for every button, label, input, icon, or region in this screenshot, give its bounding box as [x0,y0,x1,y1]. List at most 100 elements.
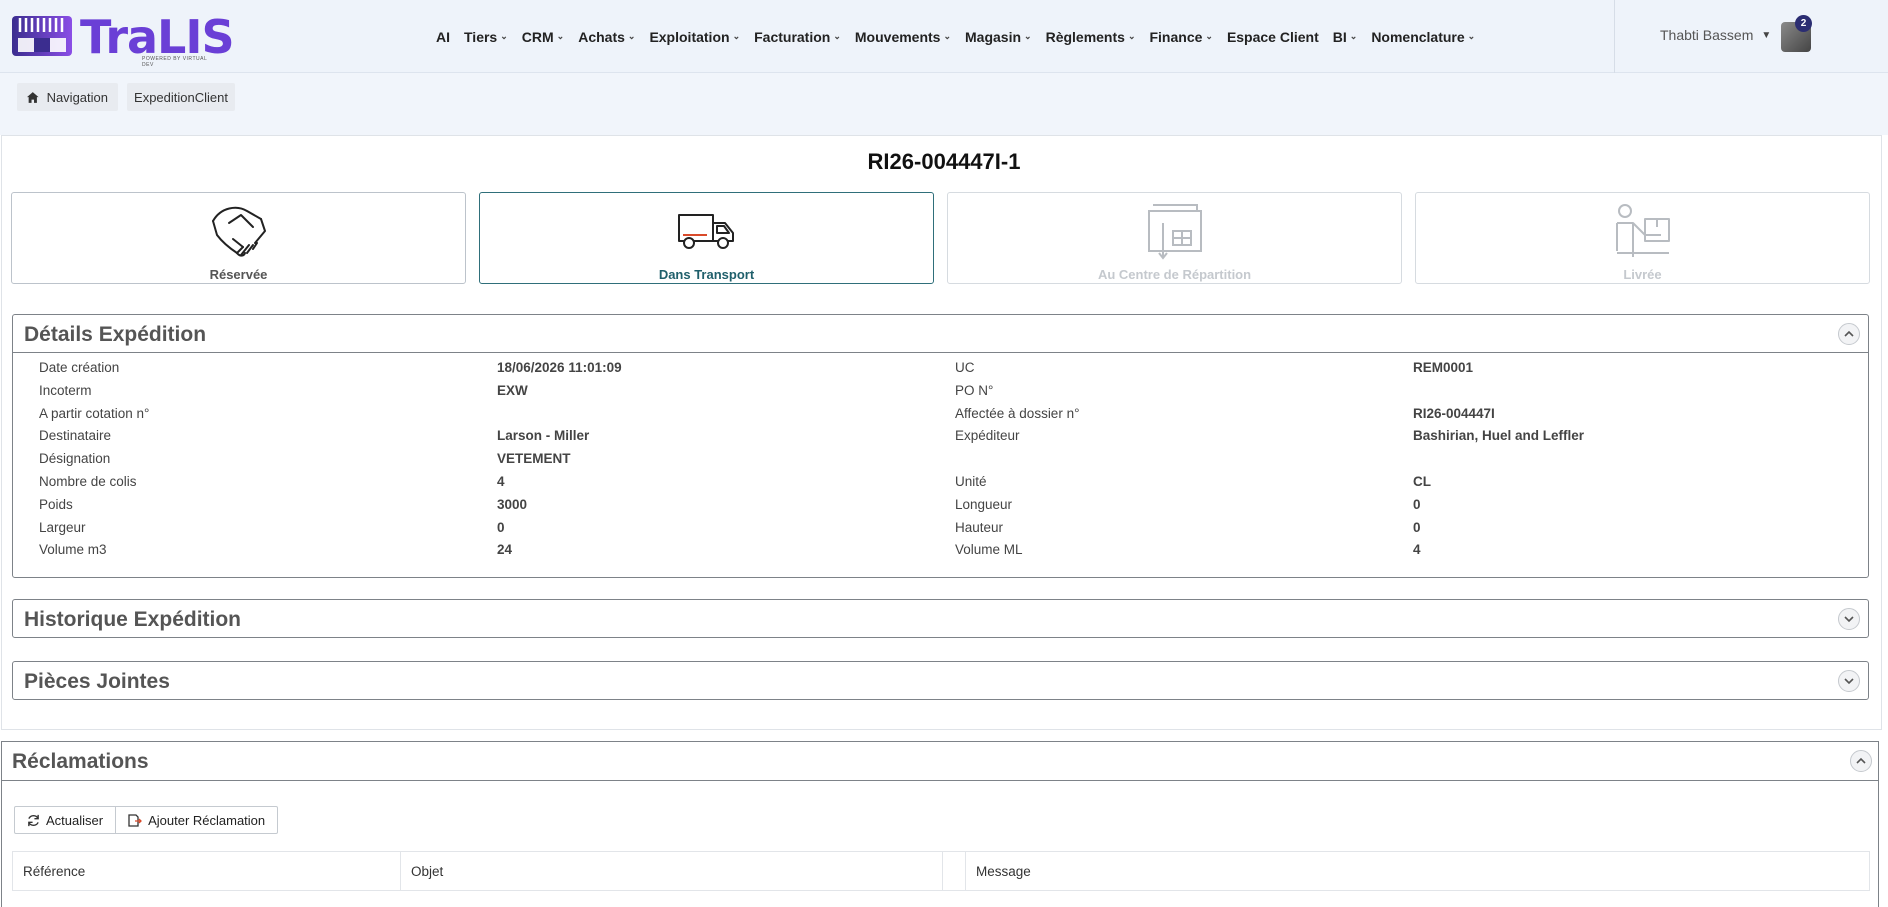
details-panel: Détails Expédition Date création 18/06/2… [12,314,1869,578]
chevron-down-icon: ⌄ [732,31,741,41]
column-header-message[interactable]: Message [966,852,1869,890]
detail-label: Longueur [955,497,1013,512]
chevron-down-icon: ⌄ [1024,31,1032,41]
breadcrumb-current-label: ExpeditionClient [134,89,228,105]
nav-item-magasin[interactable]: Magasin ⌄ [965,29,1032,45]
reclamations-table-header: Référence Objet Message [12,851,1870,891]
main-nav: AI Tiers ⌄ CRM ⌄ Achats ⌄ Exploitation ⌄ Fac… [436,0,1489,73]
detail-label: Hauteur [955,520,1004,535]
nav-item-facturation[interactable]: Facturation ⌄ [754,29,841,45]
detail-label: A partir cotation n° [39,406,150,421]
detail-label: Volume ML [955,542,1023,557]
column-header-reference[interactable]: Référence [13,852,401,890]
caret-down-icon: ▼ [1761,29,1772,41]
breadcrumb-home[interactable]: Navigation [17,83,118,111]
detail-label: Incoterm [39,383,92,398]
detail-value: Larson - Miller [497,428,590,443]
nav-item-crm[interactable]: CRM ⌄ [522,29,564,45]
pieces-jointes-panel-header[interactable]: Pièces Jointes [13,662,1868,700]
status-step-dans-transport[interactable]: Dans Transport [479,192,934,284]
status-step-livree[interactable]: Livrée [1415,192,1870,284]
detail-value: VETEMENT [497,451,571,466]
nav-label: Exploitation [649,28,730,45]
nav-item-finance[interactable]: Finance ⌄ [1149,29,1212,45]
nav-label: Magasin [965,28,1022,45]
nav-label: Règlements [1045,28,1125,45]
nav-label: CRM [521,28,554,45]
nav-label: Facturation [754,28,831,45]
detail-value: 0 [1413,520,1421,535]
nav-item-bi[interactable]: BI ⌄ [1333,29,1358,45]
expand-toggle[interactable] [1838,608,1860,630]
warehouse-icon [1147,204,1202,260]
detail-label: Date création [39,360,120,375]
user-menu[interactable]: Thabti Bassem ▼ [1660,27,1771,43]
breadcrumb-home-label: Navigation [46,89,108,105]
detail-label: Affectée à dossier n° [955,406,1080,421]
nav-item-espace-client[interactable]: Espace Client [1227,29,1319,45]
reclamations-header[interactable]: Réclamations [2,742,1878,781]
top-header: TraLIS POWERED BY VIRTUAL DEV AI Tiers ⌄ … [0,0,1888,73]
detail-value: 4 [1413,542,1421,557]
reclamations-toolbar: Actualiser Ajouter Réclamation [14,806,279,834]
details-panel-header[interactable]: Détails Expédition [13,315,1868,353]
detail-value: REM0001 [1413,360,1474,375]
app-logo[interactable]: TraLIS POWERED BY VIRTUAL DEV [10,10,235,68]
detail-label: Poids [39,497,73,512]
detail-label: Volume m3 [39,542,107,557]
pieces-jointes-title: Pièces Jointes [24,670,170,693]
status-step-reservee[interactable]: Réservée [11,192,466,284]
nav-label: AI [436,28,450,45]
nav-item-reglements[interactable]: Règlements ⌄ [1046,29,1136,45]
add-reclamation-button[interactable]: Ajouter Réclamation [115,807,277,833]
nav-label: Nomenclature [1371,28,1465,45]
detail-label: PO N° [955,383,994,398]
breadcrumb [0,73,1888,135]
column-header-objet[interactable]: Objet [401,852,943,890]
collapse-toggle[interactable] [1838,323,1860,345]
nav-item-tiers[interactable]: Tiers ⌄ [464,29,508,45]
refresh-icon [28,814,39,826]
detail-value: Bashirian, Huel and Leffler [1413,428,1585,443]
truck-icon [677,214,734,249]
logo-mark-icon [12,16,72,56]
status-label: Au Centre de Répartition [1097,267,1252,282]
chevron-down-icon: ⌄ [1349,31,1358,41]
nav-label: Achats [578,28,625,45]
nav-item-achats[interactable]: Achats ⌄ [578,29,635,45]
detail-value: CL [1413,474,1431,489]
nav-item-exploitation[interactable]: Exploitation ⌄ [649,29,740,45]
nav-item-mouvements[interactable]: Mouvements ⌄ [855,29,951,45]
chevron-up-icon [1856,757,1866,764]
add-document-icon [128,813,142,827]
status-step-centre-repartition[interactable]: Au Centre de Répartition [947,192,1402,284]
historique-panel: Historique Expédition [12,599,1869,638]
chevron-down-icon: ⌄ [556,31,565,41]
header-divider [1614,0,1615,73]
pieces-jointes-panel: Pièces Jointes [12,661,1869,700]
detail-value: RI26-004447I [1413,406,1495,421]
nav-label: Mouvements [854,28,941,45]
status-label: Livrée [1623,267,1662,282]
chevron-down-icon: ⌄ [833,31,841,41]
breadcrumb-current[interactable]: ExpeditionClient [127,83,235,111]
refresh-button[interactable]: Actualiser [15,807,115,833]
detail-value: 24 [497,542,513,557]
notification-badge[interactable]: 2 [1795,15,1812,32]
detail-value: EXW [497,383,528,398]
nav-item-nomenclature[interactable]: Nomenclature ⌄ [1371,29,1475,45]
detail-label: Destinataire [39,428,112,443]
expand-toggle[interactable] [1838,670,1860,692]
detail-label: Largeur [39,520,86,535]
detail-value: 4 [497,474,505,489]
handshake-icon [211,206,266,257]
collapse-toggle[interactable] [1850,750,1872,772]
historique-panel-header[interactable]: Historique Expédition [13,600,1868,638]
add-reclamation-label: Ajouter Réclamation [148,812,266,828]
nav-item-ai[interactable]: AI [436,29,450,45]
chevron-down-icon: ⌄ [943,31,952,41]
column-header-empty[interactable] [943,852,966,890]
historique-title: Historique Expédition [24,608,242,631]
refresh-label: Actualiser [46,812,104,828]
detail-label: Expéditeur [955,428,1020,443]
